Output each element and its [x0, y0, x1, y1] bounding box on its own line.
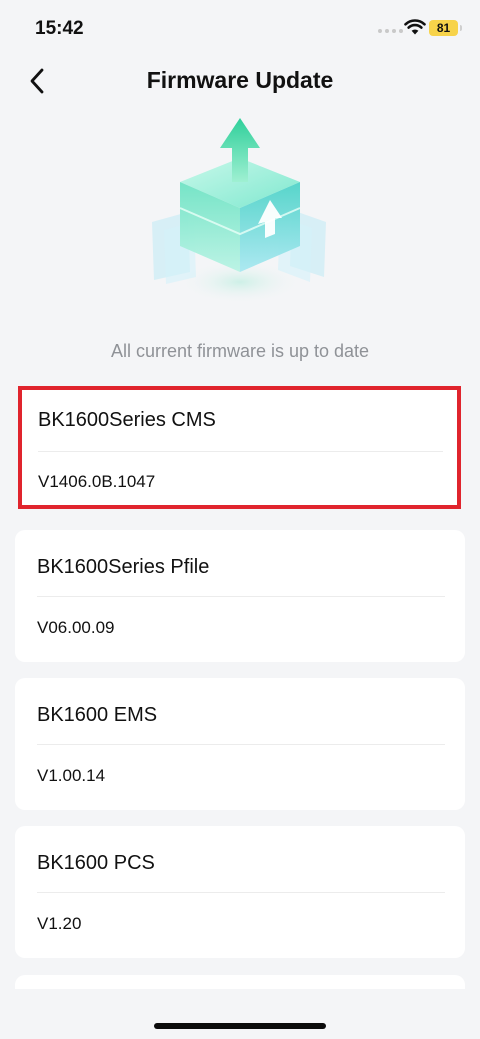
firmware-name: BK1600 EMS — [37, 704, 158, 726]
divider — [37, 744, 445, 745]
upload-box-illustration — [152, 118, 326, 304]
status-time: 15:42 — [35, 18, 84, 39]
wifi-icon — [404, 19, 426, 35]
firmware-name: BK1600Series Pfile — [37, 556, 210, 578]
firmware-version: V1.00.14 — [37, 766, 106, 785]
firmware-version: V1406.0B.1047 — [38, 472, 156, 491]
up-to-date-message: All current firmware is up to date — [110, 341, 370, 361]
firmware-card-ems[interactable]: BK1600 EMS V1.00.14 — [15, 678, 465, 810]
page-title: Firmware Update — [146, 67, 334, 93]
cellular-signal-icon — [378, 29, 403, 33]
firmware-card-partial[interactable] — [15, 975, 465, 989]
divider — [37, 596, 445, 597]
battery-indicator: 81 — [429, 20, 462, 36]
firmware-version: V06.00.09 — [37, 618, 115, 637]
nav-header: Firmware Update — [0, 56, 480, 106]
home-indicator[interactable] — [154, 1023, 326, 1029]
firmware-version: V1.20 — [37, 914, 82, 933]
status-bar: 15:42 81 — [0, 0, 480, 56]
firmware-name: BK1600 PCS — [37, 852, 155, 874]
firmware-card-cms[interactable]: BK1600Series CMS V1406.0B.1047 — [18, 386, 461, 509]
firmware-card-pcs[interactable]: BK1600 PCS V1.20 — [15, 826, 465, 958]
divider — [38, 451, 443, 452]
firmware-name: BK1600Series CMS — [38, 409, 216, 431]
divider — [37, 892, 445, 893]
firmware-card-pfile[interactable]: BK1600Series Pfile V06.00.09 — [15, 530, 465, 662]
